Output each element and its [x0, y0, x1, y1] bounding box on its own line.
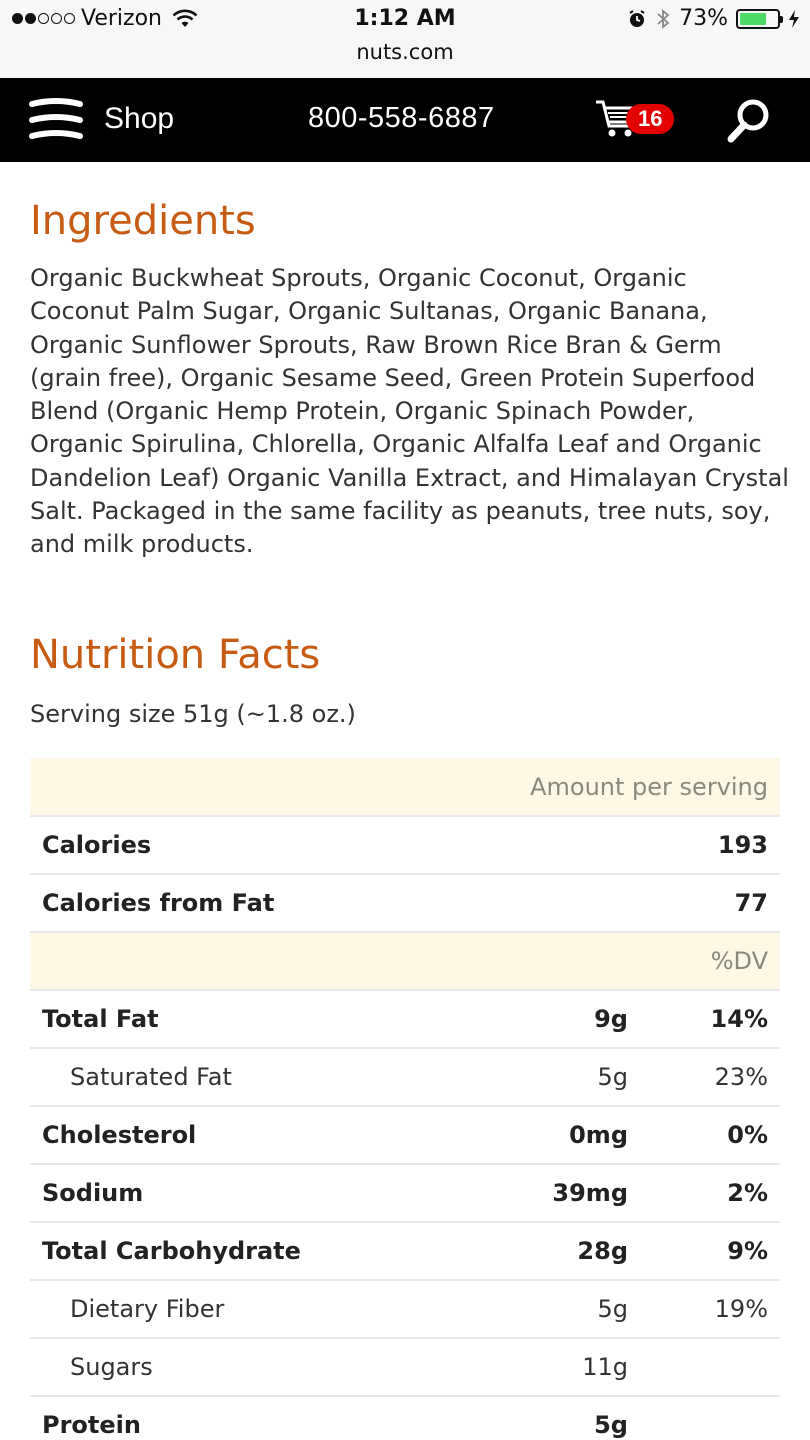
ingredients-text: Organic Buckwheat Sprouts, Organic Cocon… — [30, 264, 789, 559]
amount-header-row: Amount per serving — [30, 758, 780, 817]
nutrient-row: Sugars 11g — [30, 1338, 780, 1397]
nutrient-row: Total Fat 9g 14% — [30, 990, 780, 1049]
nutrient-dv: 19% — [640, 1280, 780, 1339]
dv-header-label: %DV — [30, 932, 780, 991]
nutrient-amount: 39mg — [470, 1164, 640, 1223]
status-bar: Verizon 1:12 AM nuts.com 73% — [0, 0, 810, 78]
nutrition-facts-heading: Nutrition Facts — [30, 632, 321, 678]
nutrient-row: Protein 5g — [30, 1396, 780, 1440]
nutrient-dv: 2% — [640, 1164, 780, 1223]
nutrient-name: Saturated Fat — [30, 1048, 470, 1107]
search-icon[interactable] — [726, 96, 772, 144]
calories-from-fat-row: Calories from Fat 77 — [30, 874, 780, 933]
shop-menu-link[interactable]: Shop — [104, 102, 174, 136]
nutrient-amount: 5g — [470, 1048, 640, 1107]
cart-count-badge: 16 — [626, 104, 675, 134]
calories-from-fat-label: Calories from Fat — [30, 874, 640, 933]
nutrient-amount: 28g — [470, 1222, 640, 1281]
dv-header-row: %DV — [30, 932, 780, 991]
nutrient-amount: 9g — [470, 990, 640, 1049]
site-header: Shop 800-558-6887 16 — [0, 78, 810, 162]
nutrient-amount: 0mg — [470, 1106, 640, 1165]
phone-number-link[interactable]: 800-558-6887 — [308, 102, 495, 135]
battery-percent: 73% — [679, 6, 728, 31]
menu-icon[interactable] — [28, 98, 84, 142]
calories-label: Calories — [30, 816, 640, 875]
nutrient-row: Saturated Fat 5g 23% — [30, 1048, 780, 1107]
nutrient-dv: 14% — [640, 990, 780, 1049]
nutrient-row: Total Carbohydrate 28g 9% — [30, 1222, 780, 1281]
serving-size: Serving size 51g (~1.8 oz.) — [30, 700, 356, 728]
charging-icon — [789, 9, 799, 28]
nutrient-row: Dietary Fiber 5g 19% — [30, 1280, 780, 1339]
nutrient-dv — [640, 1396, 780, 1440]
nutrient-dv: 9% — [640, 1222, 780, 1281]
status-icons: 73% — [627, 6, 800, 31]
nutrient-amount: 5g — [470, 1396, 640, 1440]
calories-from-fat-value: 77 — [640, 874, 780, 933]
nutrient-dv: 0% — [640, 1106, 780, 1165]
nutrition-table: Amount per serving Calories 193 Calories… — [30, 758, 780, 1440]
calories-value: 193 — [640, 816, 780, 875]
nutrient-amount: 11g — [470, 1338, 640, 1397]
nutrient-name: Sodium — [30, 1164, 470, 1223]
battery-icon — [736, 8, 783, 29]
nutrient-name: Cholesterol — [30, 1106, 470, 1165]
calories-row: Calories 193 — [30, 816, 780, 875]
nutrient-amount: 5g — [470, 1280, 640, 1339]
ingredients-heading: Ingredients — [30, 198, 256, 244]
nutrient-name: Dietary Fiber — [30, 1280, 470, 1339]
bluetooth-icon — [657, 8, 670, 29]
nutrient-dv — [640, 1338, 780, 1397]
nutrient-row: Cholesterol 0mg 0% — [30, 1106, 780, 1165]
nutrient-name: Protein — [30, 1396, 470, 1440]
nutrient-name: Total Fat — [30, 990, 470, 1049]
url-bar[interactable]: nuts.com — [0, 40, 810, 64]
nutrient-name: Sugars — [30, 1338, 470, 1397]
nutrient-name: Total Carbohydrate — [30, 1222, 470, 1281]
nutrient-dv: 23% — [640, 1048, 780, 1107]
alarm-icon — [629, 9, 645, 27]
cart-button[interactable]: 16 — [594, 96, 686, 144]
amount-per-serving-label: Amount per serving — [30, 758, 780, 817]
nutrient-row: Sodium 39mg 2% — [30, 1164, 780, 1223]
